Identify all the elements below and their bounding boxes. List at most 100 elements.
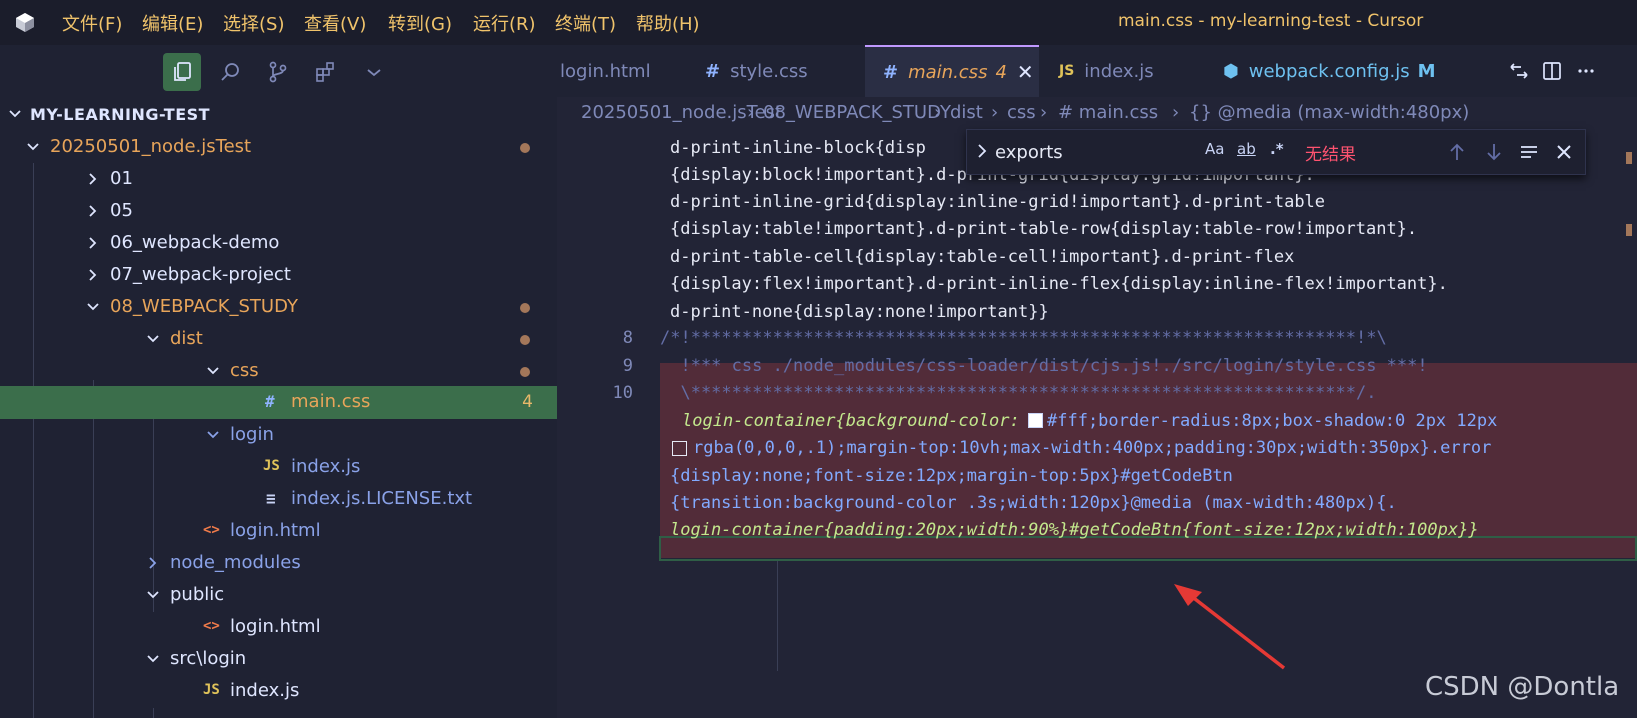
- breadcrumb-separator: ›: [747, 102, 755, 123]
- tree-folder-07-webpack-project[interactable]: 07_webpack-project: [0, 259, 557, 292]
- tree-file-src-index-js[interactable]: JS index.js: [0, 675, 557, 708]
- tree-folder-login[interactable]: login: [0, 419, 557, 452]
- menu-run[interactable]: 运行(R): [473, 10, 536, 36]
- source-control-button[interactable]: [259, 53, 297, 91]
- more-views-button[interactable]: [355, 53, 393, 91]
- tab-label: main.css: [908, 61, 988, 83]
- tree-folder-06-webpack-demo[interactable]: 06_webpack-demo: [0, 227, 557, 260]
- tab-label: webpack.config.js: [1248, 60, 1410, 82]
- tab-label: index.js: [1084, 60, 1154, 82]
- tree-label: node_modules: [170, 552, 301, 573]
- tree-label: 05: [110, 200, 133, 221]
- tree-folder-dist[interactable]: dist: [0, 323, 557, 356]
- breadcrumb-item[interactable]: dist: [950, 102, 983, 123]
- breadcrumb-item[interactable]: {} @media (max-width:480px): [1189, 102, 1469, 123]
- breadcrumb-item[interactable]: # main.css: [1058, 102, 1158, 123]
- menu-help[interactable]: 帮助(H): [636, 10, 700, 36]
- tab-problem-badge: 4: [995, 61, 1007, 83]
- search-button[interactable]: [211, 53, 249, 91]
- compare-icon[interactable]: [1507, 59, 1531, 83]
- css-file-icon: #: [705, 60, 721, 82]
- menu-file[interactable]: 文件(F): [62, 10, 122, 36]
- chevron-right-icon: [89, 237, 97, 249]
- chevron-right-icon: [89, 173, 97, 185]
- tree-label: src\login: [170, 648, 247, 669]
- explorer-header[interactable]: MY-LEARNING-TEST: [0, 97, 557, 131]
- tree-file-main-css[interactable]: # main.css 4: [0, 386, 557, 419]
- code-line: {display:none;font-size:12px;margin-top:…: [670, 466, 1233, 486]
- chevron-down-icon: [27, 143, 39, 151]
- tree-label: 08_WEBPACK_STUDY: [110, 296, 298, 317]
- code-line: d-print-none{display:none!important}}: [670, 302, 1049, 322]
- tree-label: css: [230, 360, 259, 381]
- chevron-right-icon: [89, 205, 97, 217]
- tree-folder-src-login[interactable]: src\login: [0, 643, 557, 676]
- breadcrumb-separator: ›: [1172, 102, 1180, 123]
- chevron-down-icon: [87, 303, 99, 311]
- tree-file-login-html[interactable]: <> login.html: [0, 515, 557, 548]
- cursor-logo-icon: [16, 13, 34, 32]
- modified-dot: [520, 303, 530, 313]
- arrow-down-icon[interactable]: [1482, 140, 1506, 164]
- match-case-toggle[interactable]: Aa: [1205, 140, 1224, 158]
- breadcrumb-item[interactable]: css: [1007, 102, 1036, 123]
- code-line: #fff;border-radius:8px;box-shadow:0 2px …: [1047, 411, 1498, 431]
- tree-label: login.html: [230, 616, 321, 637]
- breadcrumb-separator: ›: [1040, 102, 1048, 123]
- menu-go[interactable]: 转到(G): [388, 10, 452, 36]
- menu-edit[interactable]: 编辑(E): [142, 10, 203, 36]
- tab-bar: login.html # style.css # main.css 4 ✕ JS…: [557, 45, 1637, 97]
- breadcrumb-separator: ›: [991, 102, 999, 123]
- code-line: {transition:background-color .3s;width:1…: [670, 493, 1397, 513]
- files-icon: [174, 62, 191, 81]
- find-in-selection-icon[interactable]: [1517, 140, 1541, 164]
- tree-file-license[interactable]: ≡ index.js.LICENSE.txt: [0, 483, 557, 516]
- match-whole-word-toggle[interactable]: ab: [1237, 140, 1256, 158]
- tree-folder-01[interactable]: 01: [0, 163, 557, 196]
- tree-folder-05[interactable]: 05: [0, 195, 557, 228]
- tree-file-public-login-html[interactable]: <> login.html: [0, 611, 557, 644]
- tree-folder-node-modules[interactable]: node_modules: [0, 547, 557, 580]
- menu-terminal[interactable]: 终端(T): [555, 10, 616, 36]
- more-actions-icon[interactable]: [1574, 59, 1598, 83]
- tree-folder-css[interactable]: css: [0, 355, 557, 388]
- tree-folder-20250501-node-jstest[interactable]: 20250501_node.jsTest: [0, 131, 557, 164]
- modified-dot: [520, 367, 530, 377]
- chevron-down-icon: [147, 335, 159, 343]
- chevron-down-icon: [367, 69, 381, 77]
- chevron-right-icon[interactable]: [975, 143, 989, 159]
- find-widget: Aa ab .* 无结果: [966, 129, 1586, 175]
- split-editor-icon[interactable]: [1540, 59, 1564, 83]
- explorer-button[interactable]: [163, 53, 201, 91]
- menu-view[interactable]: 查看(V): [304, 10, 366, 36]
- close-icon[interactable]: ✕: [1017, 60, 1034, 84]
- indent-guide: [153, 708, 154, 718]
- tree-folder-public[interactable]: public: [0, 579, 557, 612]
- tree-label: index.js: [230, 680, 300, 701]
- tab-index-js[interactable]: JS index.js: [1039, 45, 1209, 97]
- chevron-down-icon: [207, 367, 219, 375]
- search-icon: [221, 63, 239, 81]
- menu-selection[interactable]: 选择(S): [223, 10, 284, 36]
- scrollbar-markers[interactable]: [1626, 152, 1632, 236]
- extensions-button[interactable]: [307, 53, 345, 91]
- regex-toggle[interactable]: .*: [1270, 140, 1284, 158]
- text-file-icon: ≡: [266, 489, 276, 508]
- annotation-arrow: [1174, 584, 1286, 670]
- tab-login-html[interactable]: login.html: [557, 45, 693, 97]
- close-icon[interactable]: [1552, 140, 1576, 164]
- window-title: main.css - my-learning-test - Cursor: [1118, 11, 1424, 31]
- code-editor[interactable]: 8 9 10 d-print-inline-block{disp {displa…: [557, 131, 1637, 718]
- tree-file-index-js[interactable]: JS index.js: [0, 451, 557, 484]
- color-swatch-white[interactable]: [1028, 413, 1043, 428]
- title-bar: 文件(F) 编辑(E) 选择(S) 查看(V) 转到(G) 运行(R) 终端(T…: [0, 0, 1637, 45]
- chevron-down-icon: [9, 110, 21, 118]
- tree-folder-08-webpack-study[interactable]: 08_WEBPACK_STUDY: [0, 291, 557, 324]
- tab-style-css[interactable]: # style.css: [693, 45, 865, 97]
- tab-webpack-config[interactable]: ⬢ webpack.config.js M: [1209, 45, 1436, 97]
- breadcrumb: 20250501_node.jsTest › 08_WEBPACK_STUDY …: [557, 97, 1637, 131]
- breadcrumb-item[interactable]: 08_WEBPACK_STUDY: [763, 102, 951, 123]
- color-swatch-rgba[interactable]: [672, 441, 687, 456]
- tab-main-css[interactable]: # main.css 4 ✕: [865, 45, 1039, 97]
- arrow-up-icon[interactable]: [1445, 140, 1469, 164]
